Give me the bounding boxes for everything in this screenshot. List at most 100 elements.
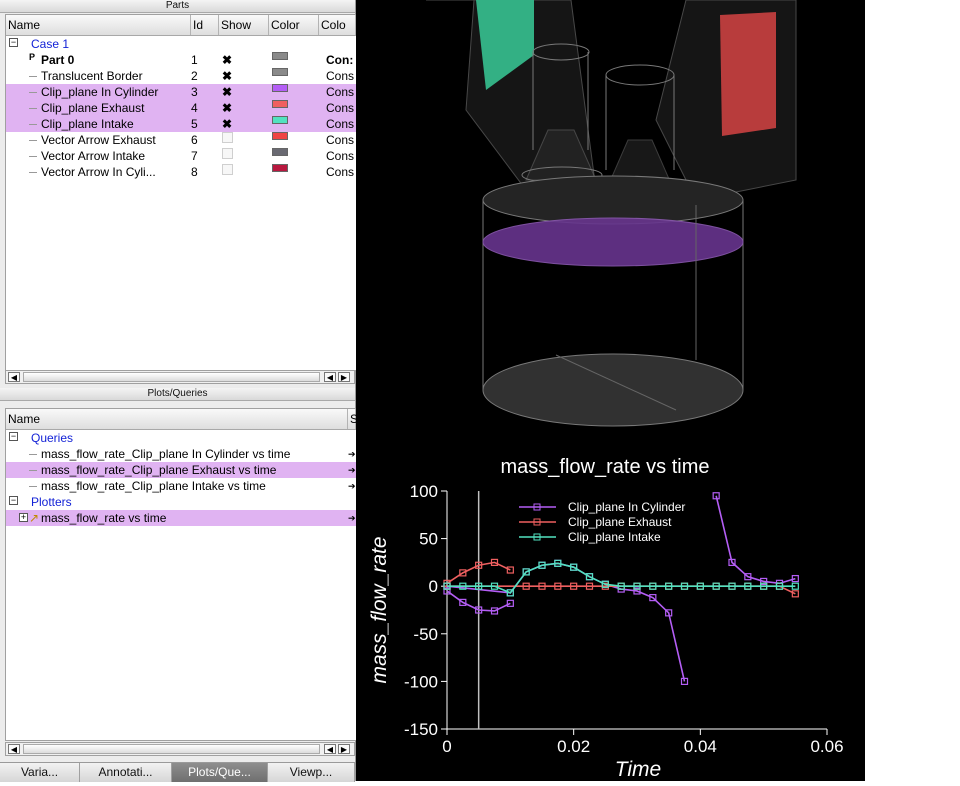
part-id: 7: [191, 149, 198, 163]
left-panel: Parts Name Id Show Color Colo − Case 1 P Pa…: [0, 0, 357, 782]
tree-branch-icon: [29, 454, 37, 455]
state-arrow-icon: ➔: [348, 449, 356, 459]
collapse-icon[interactable]: −: [9, 496, 18, 505]
part-name: Clip_plane Exhaust: [41, 101, 145, 115]
parts-row[interactable]: Clip_plane Intake 5 ✖ Cons: [6, 116, 356, 132]
part-id: 1: [191, 53, 198, 67]
scroll-right-icon[interactable]: ▶: [338, 744, 350, 754]
plots-row[interactable]: − Plotters: [6, 494, 356, 510]
y-tick-label: -50: [413, 625, 438, 644]
scroll-thumb[interactable]: [23, 744, 320, 754]
tab-viewports[interactable]: Viewp...: [268, 763, 355, 782]
color-swatch[interactable]: [272, 100, 288, 108]
color-mode: Cons: [326, 85, 355, 99]
parts-row[interactable]: Clip_plane Exhaust 4 ✖ Cons: [6, 100, 356, 116]
panel-tabs: Varia... Annotati... Plots/Que... Viewp.…: [0, 762, 355, 782]
scroll-left-icon-2[interactable]: ◀: [324, 372, 336, 382]
tab-plots-queries[interactable]: Plots/Que...: [172, 763, 268, 782]
legend-label: Clip_plane In Cylinder: [568, 500, 685, 514]
visibility-checkbox[interactable]: [222, 148, 233, 159]
visible-x-icon[interactable]: ✖: [222, 116, 232, 132]
data-point: [791, 590, 799, 598]
visibility-checkbox[interactable]: [222, 164, 233, 175]
tab-variables[interactable]: Varia...: [0, 763, 80, 782]
legend-label: Clip_plane Exhaust: [568, 515, 672, 529]
parts-row[interactable]: − Case 1: [6, 36, 356, 52]
plots-tree[interactable]: Name S − Queries mass_flow_rate_Clip_plane…: [5, 408, 357, 741]
col-id[interactable]: Id: [191, 15, 219, 35]
tree-branch-icon: [29, 124, 37, 125]
col-colo[interactable]: Colo: [319, 15, 356, 35]
plotter-icon: ↗: [29, 511, 40, 525]
query-name: mass_flow_rate vs time: [41, 511, 167, 525]
color-mode: Cons: [326, 101, 355, 115]
visible-x-icon[interactable]: ✖: [222, 100, 232, 116]
color-mode: Cons: [326, 69, 355, 83]
plots-row[interactable]: − Queries: [6, 430, 356, 446]
plots-header: Name S: [6, 409, 356, 430]
query-name: mass_flow_rate_Clip_plane Intake vs time: [41, 479, 266, 493]
part-id: 6: [191, 133, 198, 147]
parts-row[interactable]: Translucent Border 2 ✖ Cons: [6, 68, 356, 84]
color-swatch[interactable]: [272, 52, 288, 60]
plots-panel-title: Plots/Queries: [0, 388, 355, 401]
part-name: Translucent Border: [41, 69, 143, 83]
plots-row[interactable]: mass_flow_rate_Clip_plane In Cylinder vs…: [6, 446, 356, 462]
tree-branch-icon: [29, 156, 37, 157]
color-swatch[interactable]: [272, 164, 288, 172]
col-s[interactable]: S: [348, 409, 356, 429]
color-mode: Cons: [326, 165, 355, 179]
x-tick-label: 0.06: [810, 737, 843, 756]
graphics-viewport[interactable]: mass_flow_rate vs time 100 50 0 -50 -100 -150…: [356, 0, 865, 781]
visible-x-icon[interactable]: ✖: [222, 68, 232, 84]
x-tick-label: 0.02: [557, 737, 590, 756]
color-swatch[interactable]: [272, 148, 288, 156]
parts-hscrollbar[interactable]: ◀ ◀ ▶: [5, 370, 355, 384]
plots-row[interactable]: mass_flow_rate_Clip_plane Intake vs time…: [6, 478, 356, 494]
scroll-right-icon[interactable]: ▶: [338, 372, 350, 382]
scroll-left-icon[interactable]: ◀: [8, 744, 20, 754]
color-swatch[interactable]: [272, 84, 288, 92]
parts-row[interactable]: P Part 0 1 ✖ Con:: [6, 52, 356, 68]
collapse-icon[interactable]: −: [9, 432, 18, 441]
color-swatch[interactable]: [272, 68, 288, 76]
scroll-thumb[interactable]: [23, 372, 320, 382]
parts-tree[interactable]: Name Id Show Color Colo − Case 1 P Part 0 1 ✖…: [5, 14, 357, 371]
plots-row[interactable]: mass_flow_rate_Clip_plane Exhaust vs tim…: [6, 462, 356, 478]
plots-row[interactable]: + ↗ mass_flow_rate vs time ➔: [6, 510, 356, 526]
y-tick-label: -100: [404, 672, 438, 691]
part-type-icon: P: [29, 52, 36, 62]
visible-x-icon[interactable]: ✖: [222, 84, 232, 100]
part-name: Vector Arrow In Cyli...: [41, 165, 156, 179]
scroll-left-icon-2[interactable]: ◀: [324, 744, 336, 754]
tree-branch-icon: [29, 108, 37, 109]
scroll-left-icon[interactable]: ◀: [8, 372, 20, 382]
plots-hscrollbar[interactable]: ◀ ◀ ▶: [5, 742, 355, 756]
group-name: Queries: [31, 431, 74, 445]
color-mode: Cons: [326, 149, 355, 163]
collapse-icon[interactable]: −: [9, 38, 18, 47]
right-blank-area: [865, 0, 960, 781]
visibility-checkbox[interactable]: [222, 132, 233, 143]
col-name[interactable]: Name: [6, 15, 191, 35]
parts-row[interactable]: Vector Arrow In Cyli... 8 Cons: [6, 164, 356, 180]
y-tick-label: -150: [404, 720, 438, 739]
part-name: Clip_plane Intake: [41, 117, 134, 131]
parts-row[interactable]: Clip_plane In Cylinder 3 ✖ Cons: [6, 84, 356, 100]
col-name[interactable]: Name: [6, 409, 348, 429]
expand-icon[interactable]: +: [19, 513, 28, 522]
query-name: mass_flow_rate_Clip_plane Exhaust vs tim…: [41, 463, 277, 477]
case-name: Case 1: [31, 37, 70, 51]
col-color[interactable]: Color: [269, 15, 319, 35]
col-show[interactable]: Show: [219, 15, 269, 35]
tab-annotations[interactable]: Annotati...: [80, 763, 172, 782]
parts-row[interactable]: Vector Arrow Intake 7 Cons: [6, 148, 356, 164]
color-swatch[interactable]: [272, 132, 288, 140]
color-swatch[interactable]: [272, 116, 288, 124]
color-mode: Con:: [326, 53, 354, 67]
series-line: [446, 562, 686, 682]
state-arrow-icon: ➔: [348, 481, 356, 491]
visible-x-icon[interactable]: ✖: [222, 52, 232, 68]
x-tick-label: 0: [442, 737, 451, 756]
parts-row[interactable]: Vector Arrow Exhaust 6 Cons: [6, 132, 356, 148]
